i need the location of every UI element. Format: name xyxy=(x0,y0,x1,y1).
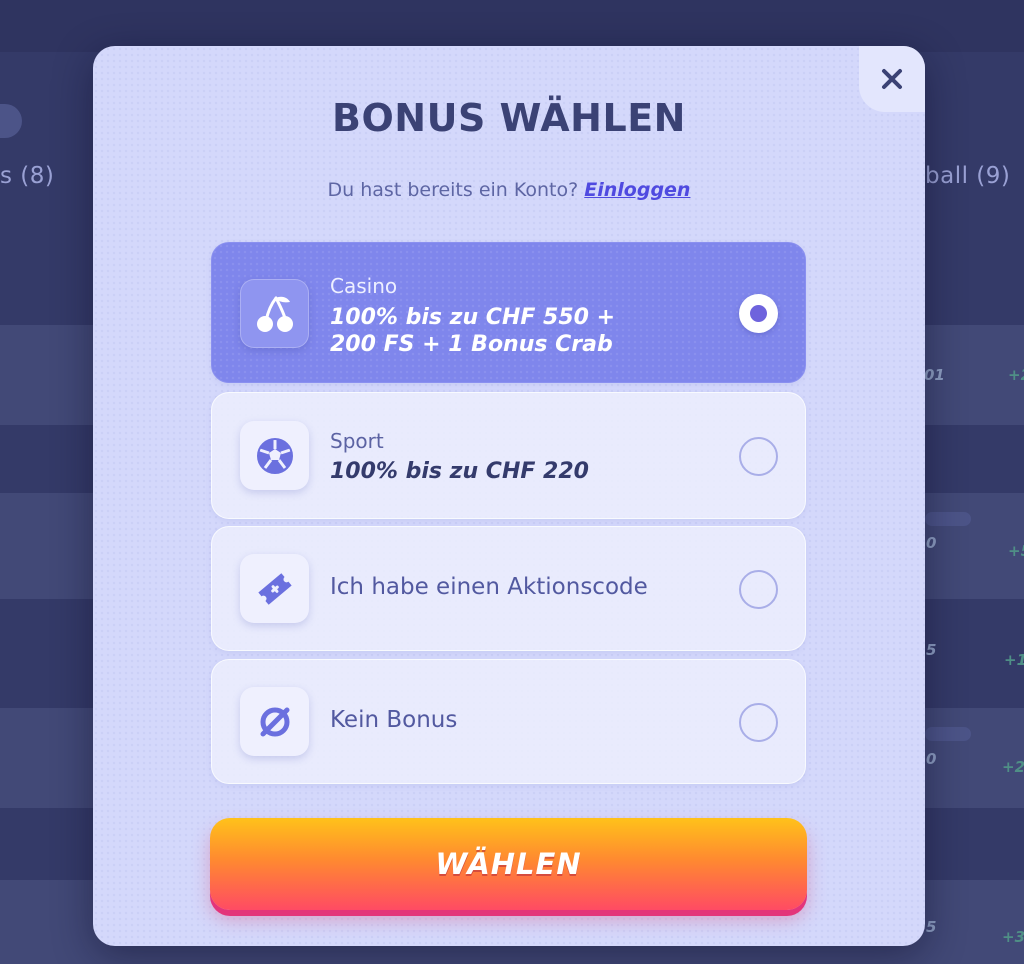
background-odds: +2 xyxy=(1002,758,1024,776)
close-icon xyxy=(882,69,902,89)
background-tab-left: s (8) xyxy=(0,163,55,189)
choose-bonus-button[interactable]: WÄHLEN xyxy=(210,818,807,910)
option-title-casino-line1: 100% bis zu CHF 550 + xyxy=(330,305,616,330)
modal-title: BONUS WÄHLEN xyxy=(332,96,686,140)
soccer-ball-icon xyxy=(240,421,309,490)
background-odds: 0 xyxy=(926,534,937,552)
option-label-casino: Casino xyxy=(330,274,398,298)
radio-promo-code[interactable] xyxy=(739,570,778,609)
background-header xyxy=(0,0,1024,52)
ticket-icon xyxy=(240,554,309,623)
bonus-option-no-bonus[interactable]: Kein Bonus xyxy=(211,659,806,784)
radio-sport[interactable] xyxy=(739,437,778,476)
background-odds: +5 xyxy=(1008,542,1024,560)
login-prompt-line: Du hast bereits ein Konto? Einloggen xyxy=(93,179,925,201)
background-bar xyxy=(925,512,971,526)
background-tab-pill xyxy=(0,104,22,138)
option-text-no-bonus: Kein Bonus xyxy=(330,707,458,733)
radio-dot xyxy=(750,305,767,322)
bonus-option-casino[interactable]: Casino 100% bis zu CHF 550 + 200 FS + 1 … xyxy=(211,242,806,383)
background-odds: 0 xyxy=(926,750,937,768)
background-bar xyxy=(925,727,971,741)
background-tab-right: ball (9) xyxy=(925,163,1011,189)
bonus-option-sport[interactable]: Sport 100% bis zu CHF 220 xyxy=(211,392,806,519)
no-symbol-icon xyxy=(240,687,309,756)
radio-casino[interactable] xyxy=(739,294,778,333)
background-odds: +3 xyxy=(1002,928,1024,946)
background-odds: +2 xyxy=(1008,366,1024,384)
background-odds: +1 xyxy=(1004,651,1024,669)
login-link[interactable]: Einloggen xyxy=(584,179,690,201)
background-odds: 01 xyxy=(924,366,945,384)
background-odds: 5 xyxy=(926,918,937,936)
bonus-modal: BONUS WÄHLEN Du hast bereits ein Konto? … xyxy=(93,46,925,946)
option-title-sport: 100% bis zu CHF 220 xyxy=(330,459,589,484)
login-prompt: Du hast bereits ein Konto? xyxy=(327,179,579,201)
bonus-option-promo-code[interactable]: Ich habe einen Aktionscode xyxy=(211,526,806,651)
choose-bonus-button-label: WÄHLEN xyxy=(435,847,582,881)
option-label-sport: Sport xyxy=(330,429,384,453)
radio-no-bonus[interactable] xyxy=(739,703,778,742)
option-text-promo-code: Ich habe einen Aktionscode xyxy=(330,574,648,600)
option-title-casino-line2: 200 FS + 1 Bonus Crab xyxy=(330,332,613,357)
background-odds: 5 xyxy=(926,641,937,659)
cherries-icon xyxy=(240,279,309,348)
